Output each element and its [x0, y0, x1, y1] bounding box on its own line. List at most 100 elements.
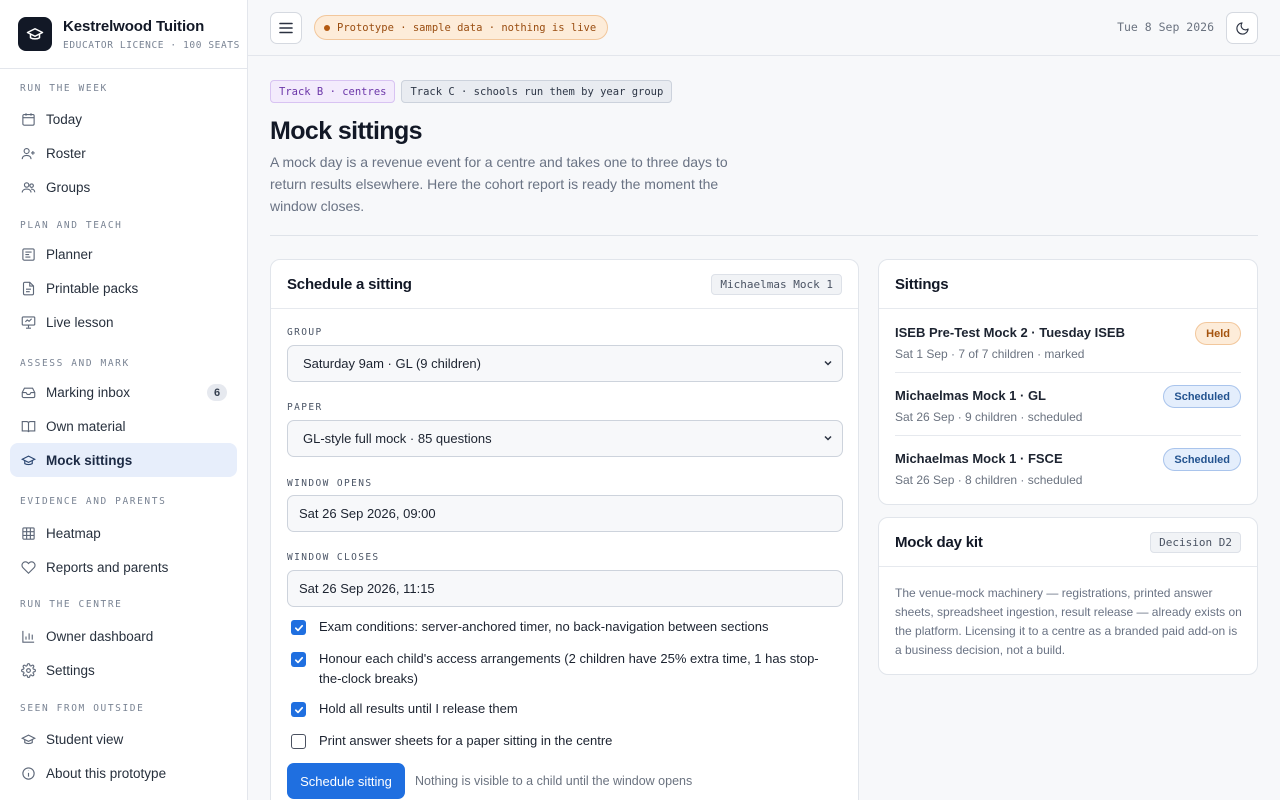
sidebar-item-label: Reports and parents: [46, 559, 169, 575]
sidebar-item-label: Roster: [46, 145, 86, 161]
decision-chip: Decision D2: [1150, 531, 1241, 553]
checkbox-label: Hold all results until I release them: [319, 701, 518, 716]
moon-icon: [1235, 21, 1249, 35]
sidebar-item-label: Owner dashboard: [46, 628, 154, 644]
brand-logo-icon: [18, 17, 52, 51]
checkbox-label: Print answer sheets for a paper sitting …: [319, 733, 613, 748]
chevron-down-icon: [824, 435, 832, 441]
planner-icon: [20, 246, 36, 262]
presentation-icon: [20, 314, 36, 330]
chevron-down-icon: [824, 360, 832, 366]
sidebar-item-label: Planner: [46, 246, 93, 262]
sidebar-item-label: Settings: [46, 662, 95, 678]
sidebar-item-own-material[interactable]: Own material: [10, 409, 237, 443]
sitting-row[interactable]: Michaelmas Mock 1 · GL Sat 26 Sep · 9 ch…: [895, 373, 1241, 436]
sidebar-item-mock-sittings[interactable]: Mock sittings: [10, 443, 237, 477]
sidebar-item-label: Own material: [46, 418, 126, 434]
checkbox-checked-icon[interactable]: [291, 702, 306, 717]
prototype-notice-pill: Prototype · sample data · nothing is liv…: [314, 15, 609, 40]
bar-chart-icon: [20, 628, 36, 644]
checkbox-label: Exam conditions: server-anchored timer, …: [319, 619, 769, 634]
tag-track-c: Track C · schools run them by year group: [401, 80, 673, 103]
card-title: Schedule a sitting: [287, 275, 412, 293]
card-header: Mock day kit Decision D2: [879, 518, 1257, 567]
sidebar-item-printable-packs[interactable]: Printable packs: [10, 271, 237, 305]
grid-icon: [20, 525, 36, 541]
current-date: Tue 8 Sep 2026: [1117, 20, 1214, 34]
info-icon: [20, 765, 36, 781]
sidebar-item-label: Today: [46, 111, 83, 127]
divider: [270, 235, 1258, 236]
sidebar-item-roster[interactable]: Roster: [10, 136, 237, 170]
document-icon: [20, 280, 36, 296]
sidebar-item-groups[interactable]: Groups: [10, 170, 237, 204]
sitting-meta: Sat 26 Sep · 8 children · scheduled: [895, 473, 1083, 487]
schedule-sitting-button[interactable]: Schedule sitting: [287, 763, 405, 799]
schedule-sitting-card: Schedule a sitting Michaelmas Mock 1 GRO…: [270, 259, 859, 800]
sidebar-item-reports-and-parents[interactable]: Reports and parents: [10, 550, 237, 584]
window-opens-label: WINDOW OPENS: [287, 478, 373, 489]
sidebar-item-marking-inbox[interactable]: Marking inbox 6: [10, 375, 237, 409]
schedule-hint: Nothing is visible to a child until the …: [415, 774, 693, 788]
sitting-meta: Sat 26 Sep · 9 children · scheduled: [895, 410, 1083, 424]
brand-licence: EDUCATOR LICENCE · 100 SEATS: [63, 39, 240, 51]
sidebar-item-owner-dashboard[interactable]: Owner dashboard: [10, 619, 237, 653]
window-closes-input[interactable]: Sat 26 Sep 2026, 11:15: [287, 570, 843, 607]
sidebar: Kestrelwood Tuition EDUCATOR LICENCE · 1…: [0, 0, 248, 800]
sidebar-item-label: Mock sittings: [46, 452, 133, 468]
book-icon: [20, 418, 36, 434]
card-header: Sittings: [879, 260, 1257, 309]
section-label-evidence-and-parents: EVIDENCE AND PARENTS: [20, 496, 167, 507]
sidebar-item-student-view[interactable]: Student view: [10, 722, 237, 756]
section-label-assess-and-mark: ASSESS AND MARK: [20, 358, 130, 369]
status-badge: Scheduled: [1163, 448, 1241, 471]
checkbox-checked-icon[interactable]: [291, 652, 306, 667]
access-arrangements-checkbox-row[interactable]: Honour each child's access arrangements …: [291, 649, 836, 689]
sidebar-item-about-this-prototype[interactable]: About this prototype: [10, 756, 237, 790]
mock-name-chip: Michaelmas Mock 1: [711, 273, 842, 295]
gear-icon: [20, 662, 36, 678]
calendar-icon: [20, 111, 36, 127]
marking-inbox-count-badge: 6: [207, 384, 227, 401]
group-select[interactable]: Saturday 9am · GL (9 children): [287, 345, 843, 382]
sidebar-item-heatmap[interactable]: Heatmap: [10, 516, 237, 550]
theme-toggle-button[interactable]: [1226, 12, 1258, 44]
sidebar-item-planner[interactable]: Planner: [10, 237, 237, 271]
card-header: Schedule a sitting Michaelmas Mock 1: [271, 260, 858, 309]
print-answer-sheets-checkbox-row[interactable]: Print answer sheets for a paper sitting …: [291, 731, 836, 751]
checkbox-checked-icon[interactable]: [291, 620, 306, 635]
section-label-plan-and-teach: PLAN AND TEACH: [20, 220, 123, 231]
section-label-seen-from-outside: SEEN FROM OUTSIDE: [20, 703, 145, 714]
hamburger-icon: [279, 22, 293, 34]
topbar: Prototype · sample data · nothing is liv…: [248, 0, 1280, 56]
status-dot-icon: [324, 24, 330, 31]
sidebar-item-live-lesson[interactable]: Live lesson: [10, 305, 237, 339]
sidebar-item-label: Live lesson: [46, 314, 114, 330]
paper-label: PAPER: [287, 402, 323, 413]
sitting-title: Michaelmas Mock 1 · GL: [895, 388, 1046, 403]
brand-name: Kestrelwood Tuition: [63, 17, 205, 35]
status-badge: Scheduled: [1163, 385, 1241, 408]
sidebar-item-settings[interactable]: Settings: [10, 653, 237, 687]
sidebar-item-today[interactable]: Today: [10, 102, 237, 136]
track-tags: Track B · centres Track C · schools run …: [270, 80, 673, 103]
checkbox-unchecked-icon[interactable]: [291, 734, 306, 749]
tag-track-b: Track B · centres: [270, 80, 396, 103]
menu-button[interactable]: [270, 12, 302, 44]
hold-results-checkbox-row[interactable]: Hold all results until I release them: [291, 699, 836, 719]
brand: Kestrelwood Tuition EDUCATOR LICENCE · 1…: [0, 0, 247, 69]
user-plus-icon: [20, 145, 36, 161]
sitting-row[interactable]: Michaelmas Mock 1 · FSCE Sat 26 Sep · 8 …: [895, 436, 1241, 499]
kit-description: The venue-mock machinery — registrations…: [895, 586, 1242, 657]
sidebar-item-label: About this prototype: [46, 765, 167, 781]
exam-conditions-checkbox-row[interactable]: Exam conditions: server-anchored timer, …: [291, 617, 836, 637]
paper-select-value: GL-style full mock · 85 questions: [303, 431, 492, 446]
sitting-meta: Sat 1 Sep · 7 of 7 children · marked: [895, 347, 1085, 361]
sitting-row[interactable]: ISEB Pre-Test Mock 2 · Tuesday ISEB Sat …: [895, 310, 1241, 373]
heart-icon: [20, 559, 36, 575]
window-opens-input[interactable]: Sat 26 Sep 2026, 09:00: [287, 495, 843, 532]
group-select-value: Saturday 9am · GL (9 children): [303, 356, 481, 371]
page-description: A mock day is a revenue event for a cent…: [270, 154, 728, 214]
paper-select[interactable]: GL-style full mock · 85 questions: [287, 420, 843, 457]
sidebar-item-label: Heatmap: [46, 525, 101, 541]
